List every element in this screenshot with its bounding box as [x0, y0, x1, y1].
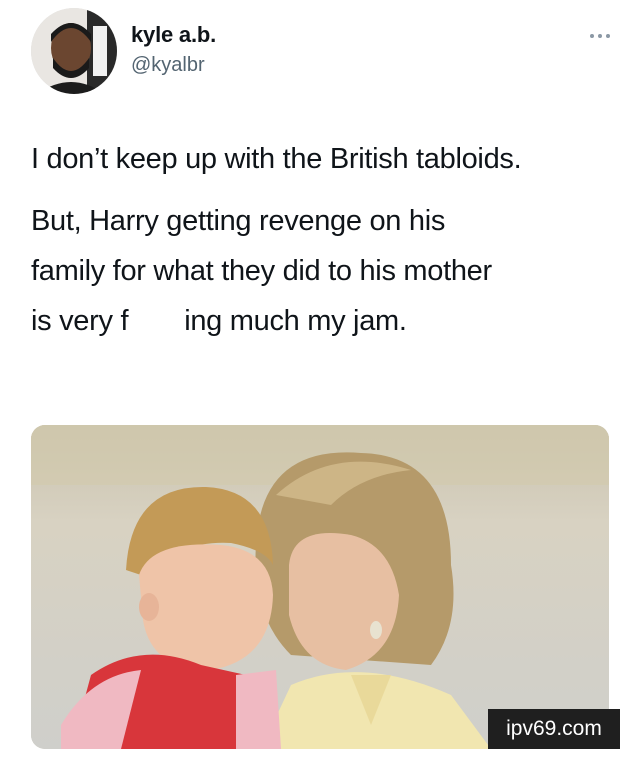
tweet-line: ing much my jam. [184, 305, 407, 337]
author-display-name[interactable]: kyle a.b. [131, 22, 216, 48]
watermark: ipv69.com [488, 709, 620, 749]
user-avatar-icon [31, 8, 117, 94]
tweet-line: is very f [31, 305, 129, 337]
tweet-paragraph-2: But, Harry getting revenge on his family… [31, 196, 616, 346]
author-handle[interactable]: @kyalbr [131, 54, 205, 77]
tweet-paragraph-1: I don’t keep up with the British tabloid… [31, 143, 522, 175]
tweet-text: I don’t keep up with the British tabloid… [31, 134, 616, 346]
tweet-card: kyle a.b. @kyalbr I don’t keep up with t… [0, 0, 640, 767]
tweet-line: But, Harry getting revenge on his [31, 205, 446, 237]
photo-image [31, 425, 609, 749]
tweet-line: family for what they did to his mother [31, 255, 492, 287]
more-horizontal-icon[interactable] [588, 28, 612, 38]
tweet-photo[interactable] [31, 425, 609, 749]
avatar[interactable] [31, 8, 117, 94]
